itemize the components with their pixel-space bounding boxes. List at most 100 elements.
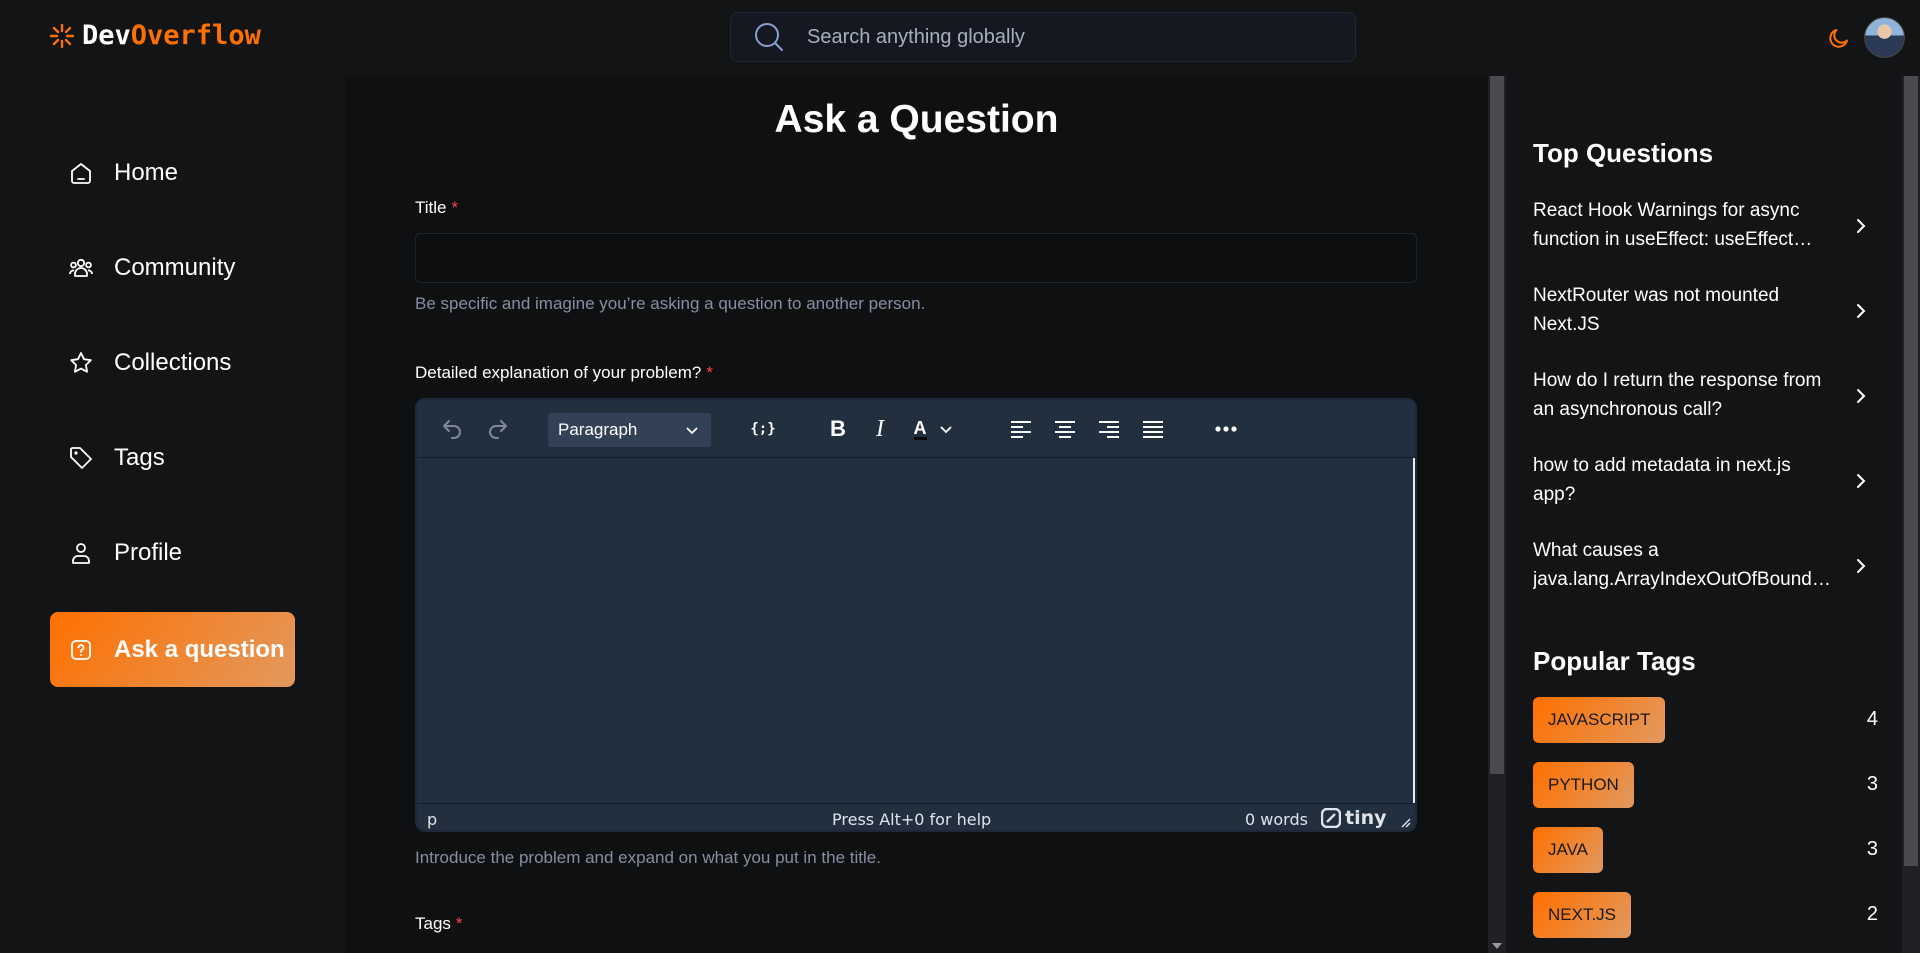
block-format-select[interactable]: Paragraph [548,413,711,447]
top-question-text: What causes a java.lang.ArrayIndexOutOfB… [1533,540,1833,590]
global-search[interactable] [730,12,1356,62]
tag-pill[interactable]: JAVASCRIPT [1533,697,1666,743]
sidebar-item-label: Tags [114,443,165,471]
tag-count: 3 [1866,838,1878,860]
sidebar-item-home[interactable]: Home [50,135,295,210]
sidebar-item-label: Collections [114,348,232,376]
search-input[interactable] [807,25,1287,49]
sidebar-item-tags[interactable]: Tags [50,420,295,495]
chevron-right-icon [1857,304,1866,318]
redo-button[interactable] [483,414,513,444]
search-icon [755,23,783,51]
main-scrollbar-thumb[interactable] [1490,76,1504,774]
resize-handle-icon[interactable] [1399,816,1411,828]
app-logo[interactable]: DevOverflow [48,20,261,51]
align-left-button[interactable] [1006,414,1036,444]
chevron-down-icon [686,427,698,435]
popular-tag-row[interactable]: PYTHON 3 [1533,762,1878,808]
ellipsis-icon [1215,426,1237,432]
star-icon [68,350,94,376]
tag-count: 2 [1866,903,1878,925]
undo-button[interactable] [437,414,467,444]
chevron-right-icon [1857,389,1866,403]
sidebar-item-label: Community [114,253,236,281]
user-avatar[interactable] [1864,17,1905,58]
bold-button[interactable]: B [823,414,853,444]
align-left-icon [1011,421,1031,438]
tag-count: 3 [1866,773,1878,795]
more-options-button[interactable] [1211,414,1241,444]
main-scrollbar[interactable] [1488,76,1506,953]
popular-tag-row[interactable]: JAVA 3 [1533,827,1878,873]
title-hint: Be specific and imagine you’re asking a … [415,294,926,313]
top-question-text: NextRouter was not mounted Next.JS [1533,285,1780,335]
scroll-down-arrow-icon[interactable] [1492,943,1502,949]
undo-icon [443,420,461,439]
logo-text-dev: Dev [82,20,131,51]
top-question-item[interactable]: NextRouter was not mounted Next.JS [1533,281,1873,343]
align-center-icon [1055,421,1075,438]
tag-pill[interactable]: JAVA [1533,827,1603,873]
main-content: Ask a Question Title * Be specific and im… [345,76,1488,953]
moon-icon[interactable] [1827,26,1851,50]
popular-tag-row[interactable]: JAVASCRIPT 4 [1533,697,1878,743]
bold-icon: B [830,416,846,441]
code-sample-button[interactable]: {;} [748,414,778,444]
align-center-button[interactable] [1050,414,1080,444]
top-question-item[interactable]: What causes a java.lang.ArrayIndexOutOfB… [1533,536,1873,598]
logo-text-overflow: Overflow [130,20,261,51]
chevron-right-icon [1857,559,1866,573]
tags-label: Tags * [415,914,463,933]
align-justify-icon [1143,421,1163,438]
top-question-text: how to add metadata in next.js app? [1533,455,1791,505]
popular-tag-row[interactable]: NEXT.JS 2 [1533,892,1878,938]
sidebar-item-community[interactable]: Community [50,230,295,305]
popular-tags-title: Popular Tags [1533,646,1696,676]
top-questions-title: Top Questions [1533,138,1714,168]
chevron-right-icon [1857,474,1866,488]
tiny-brand-link[interactable]: tiny [1321,807,1411,829]
top-question-text: React Hook Warnings for async function i… [1533,200,1800,250]
sidebar-item-label: Profile [114,538,183,566]
italic-button[interactable]: I [865,414,895,444]
sidebar-item-profile[interactable]: Profile [50,515,295,590]
help-hint: Press Alt+0 for help [832,810,992,829]
editor-statusbar: p Press Alt+0 for help 0 words tiny [417,803,1415,830]
sidebar-item-ask-a-question[interactable]: Ask a question [50,612,295,687]
user-icon [68,540,94,566]
align-justify-button[interactable] [1138,414,1168,444]
editor-toolbar: Paragraph {;} B I A [417,400,1415,458]
element-path[interactable]: p [427,810,437,829]
tag-count: 4 [1866,708,1878,730]
left-sidebar: Home Community Collections Tags Profile Ask a… [0,76,345,953]
editor-content-area[interactable] [417,458,1415,803]
sidebar-item-collections[interactable]: Collections [50,325,295,400]
page-title: Ask a Question [774,98,1059,141]
sunburst-logo-icon [49,23,75,48]
top-question-text: How do I return the response from an asy… [1533,370,1822,420]
tag-pill[interactable]: PYTHON [1533,762,1634,808]
word-count[interactable]: 0 words [1245,810,1308,829]
tiny-logo-icon [1321,808,1341,828]
code-braces-icon: {;} [750,421,776,437]
chevron-down-icon [939,426,952,434]
top-question-item[interactable]: How do I return the response from an asy… [1533,366,1873,428]
align-right-button[interactable] [1094,414,1124,444]
tag-icon [68,445,94,471]
home-icon [68,160,94,186]
italic-icon: I [876,415,884,442]
sidebar-item-label: Ask a question [114,635,285,663]
explanation-label: Detailed explanation of your problem? * [415,363,713,382]
explanation-hint: Introduce the problem and expand on what… [415,848,881,867]
align-right-icon [1099,421,1119,438]
title-input[interactable] [415,233,1417,283]
chevron-right-icon [1857,219,1866,233]
text-color-button[interactable]: A [907,414,959,444]
question-icon [68,637,94,663]
tag-pill[interactable]: NEXT.JS [1533,892,1632,938]
right-sidebar: Top Questions React Hook Warnings for as… [1506,76,1902,953]
sidebar-scrollbar[interactable] [1902,76,1920,953]
sidebar-scrollbar-thumb[interactable] [1904,76,1918,866]
top-question-item[interactable]: React Hook Warnings for async function i… [1533,196,1873,258]
top-question-item[interactable]: how to add metadata in next.js app? [1533,451,1873,513]
